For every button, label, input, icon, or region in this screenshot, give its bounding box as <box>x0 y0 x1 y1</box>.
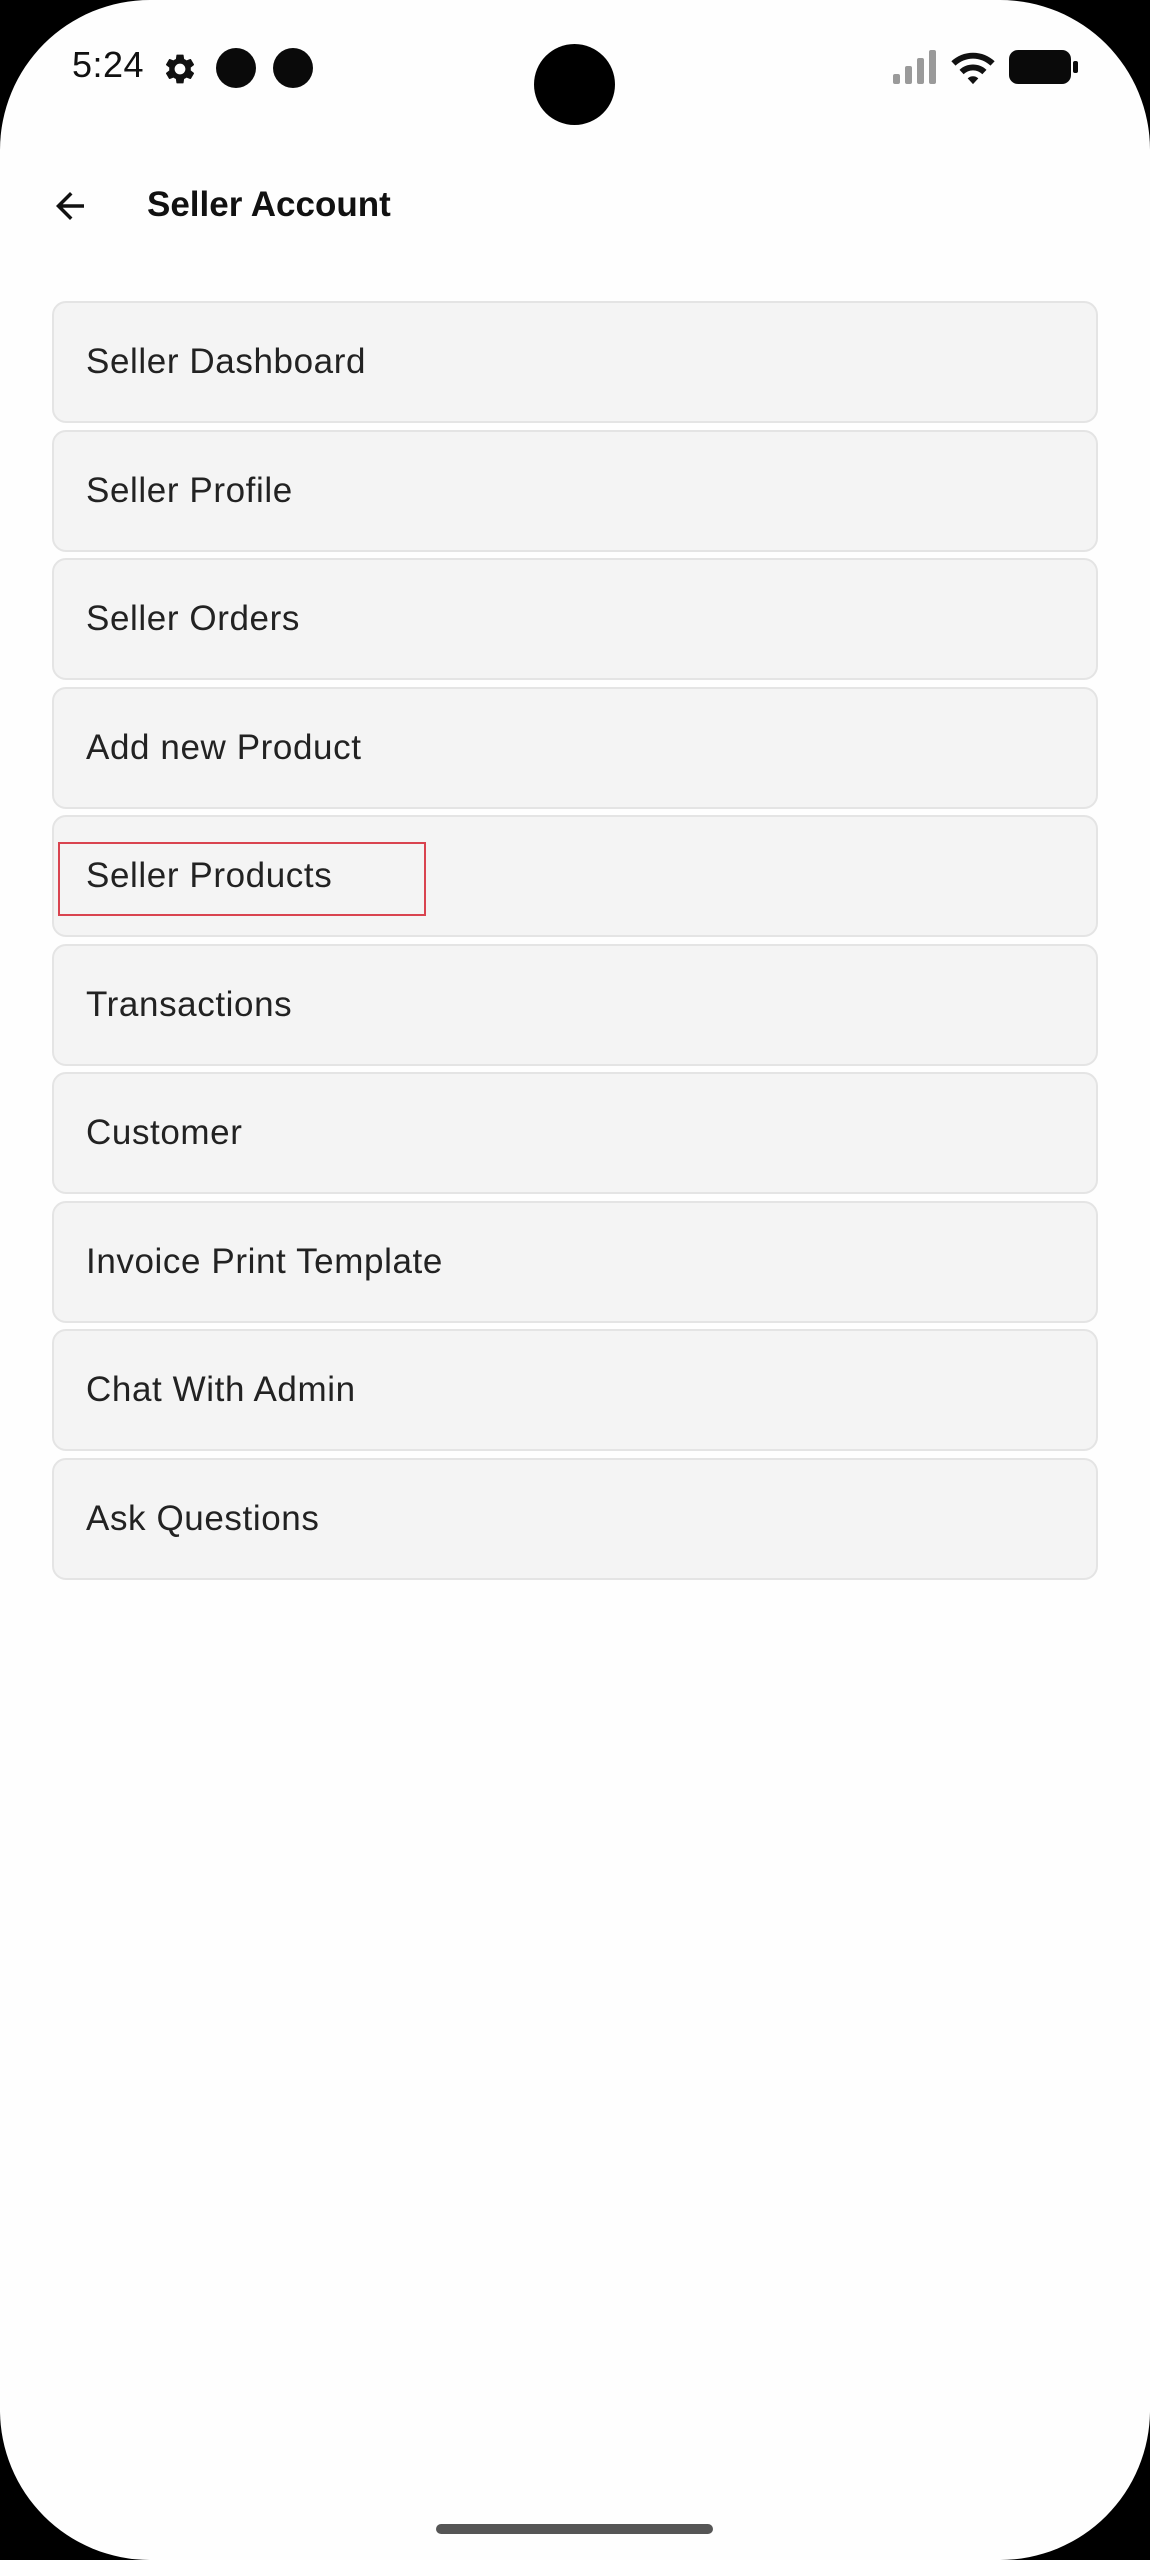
menu-item-label: Seller Orders <box>86 599 300 638</box>
back-button[interactable] <box>34 174 106 238</box>
menu-item-seller-products[interactable]: Seller Products <box>52 815 1098 937</box>
status-bar: 5:24 <box>0 0 1150 135</box>
menu-item-label: Add new Product <box>86 727 362 767</box>
menu-item-invoice-print-template[interactable]: Invoice Print Template <box>52 1200 1098 1323</box>
menu-item-label: Customer <box>86 1113 243 1152</box>
menu-item-seller-dashboard[interactable]: Seller Dashboard <box>52 301 1098 423</box>
menu-item-label: Transactions <box>86 984 293 1024</box>
settings-gear-icon <box>165 54 195 84</box>
menu-item-add-new-product[interactable]: Add new Product <box>52 686 1098 809</box>
notification-dot-icon <box>216 48 256 88</box>
menu-item-label: Invoice Print Template <box>86 1241 443 1281</box>
signal-icon <box>893 50 936 84</box>
menu-item-label: Seller Dashboard <box>86 342 367 381</box>
front-camera <box>534 44 615 125</box>
menu-item-customer[interactable]: Customer <box>52 1072 1098 1194</box>
menu-item-seller-profile[interactable]: Seller Profile <box>52 429 1098 552</box>
phone-screen: 5:24 Seller Account Seller Dashboard Sel… <box>0 0 1150 2560</box>
menu-item-label: Chat With Admin <box>86 1370 356 1409</box>
menu-item-chat-with-admin[interactable]: Chat With Admin <box>52 1329 1098 1451</box>
arrow-left-icon <box>56 192 84 220</box>
menu-item-label: Seller Products <box>86 856 333 895</box>
notification-dot-icon <box>273 48 313 88</box>
menu-item-label: Seller Profile <box>86 470 293 510</box>
menu-item-ask-questions[interactable]: Ask Questions <box>52 1457 1098 1580</box>
menu-item-transactions[interactable]: Transactions <box>52 943 1098 1066</box>
seller-menu-list: Seller Dashboard Seller Profile Seller O… <box>52 301 1098 1586</box>
status-time: 5:24 <box>72 44 145 85</box>
wifi-icon <box>951 52 995 85</box>
menu-item-label: Ask Questions <box>86 1498 320 1538</box>
app-bar: Seller Account <box>0 160 1150 252</box>
home-indicator[interactable] <box>436 2524 713 2534</box>
battery-icon <box>1009 50 1078 84</box>
page-title: Seller Account <box>147 185 391 224</box>
menu-item-seller-orders[interactable]: Seller Orders <box>52 558 1098 680</box>
